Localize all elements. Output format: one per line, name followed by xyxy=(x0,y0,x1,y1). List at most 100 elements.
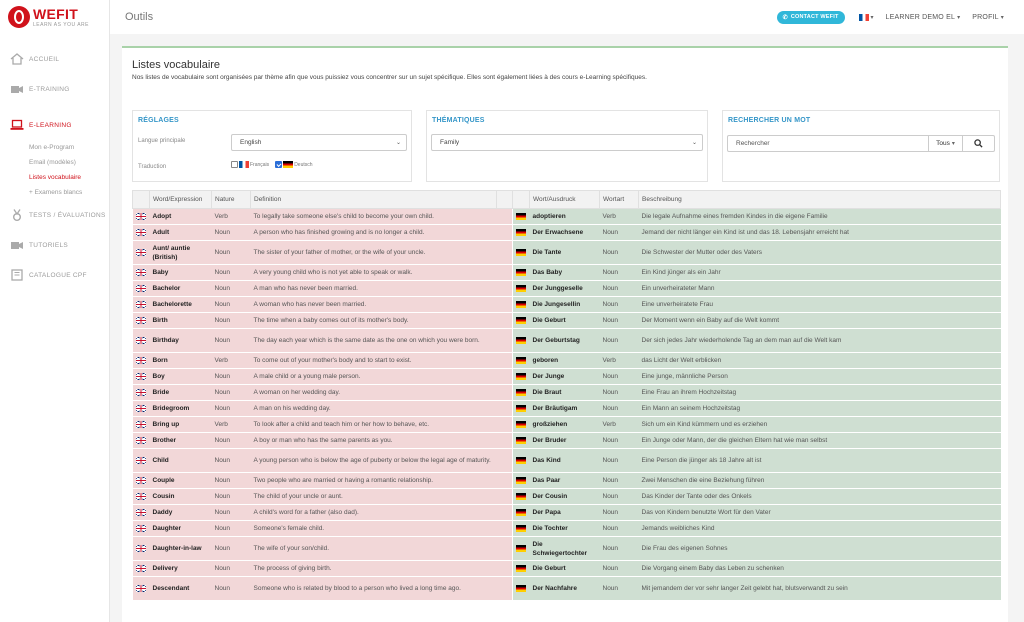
sidebar-item-catalogue-cpf[interactable]: CATALOGUE CPF xyxy=(0,260,109,290)
table-row[interactable]: Birthday Noun The day each year which is t… xyxy=(132,328,1001,353)
table-row[interactable]: Daughter Noun Someone's female child. Die T… xyxy=(132,520,1001,537)
german-nature: Noun xyxy=(599,224,639,241)
table-row[interactable]: Cousin Noun The child of your uncle or aun… xyxy=(132,488,1001,505)
translation-option-deutsch[interactable]: Deutsch xyxy=(275,161,313,168)
german-word: Das Kind xyxy=(529,448,600,473)
german-description: Ein unverheirateter Mann xyxy=(638,280,1001,297)
german-word: Der Bruder xyxy=(529,432,600,449)
table-row[interactable]: Bride Noun A woman on her wedding day. Die … xyxy=(132,384,1001,401)
language-dropdown[interactable]: ▾ xyxy=(858,13,874,21)
german-flag-icon xyxy=(516,544,526,552)
sidebar-item-accueil[interactable]: ACCUEIL xyxy=(0,44,109,74)
sidebar-subitem-listes-vocabulaire[interactable]: Listes vocabulaire xyxy=(0,170,109,185)
table-row[interactable]: Daughter-in-law Noun The wife of your son/… xyxy=(132,536,1001,561)
column-header[interactable]: Word/Expression xyxy=(149,190,212,209)
german-description: Das von Kindern benutzte Wort für den Va… xyxy=(638,504,1001,521)
german-flag-icon xyxy=(516,268,526,276)
search-filter-dropdown[interactable]: Tous ▾ xyxy=(929,135,963,152)
sidebar-subitem-email-modeles[interactable]: Email (modèles) xyxy=(0,155,109,170)
laptop-icon xyxy=(10,119,24,131)
table-row[interactable]: Adult Noun A person who has finished growi… xyxy=(132,224,1001,241)
caret-down-icon: ▾ xyxy=(957,14,961,21)
english-definition: A boy or man who has the same parents as… xyxy=(250,432,497,449)
german-nature: Noun xyxy=(599,560,639,577)
table-row[interactable]: Child Noun A young person who is below the… xyxy=(132,448,1001,473)
german-description: Eine Person die jünger als 18 Jahre alt … xyxy=(638,448,1001,473)
table-row[interactable]: Descendant Noun Someone who is related by … xyxy=(132,576,1001,601)
english-nature: Noun xyxy=(211,560,251,577)
german-flag-icon xyxy=(516,316,526,324)
table-row[interactable]: Aunt/ auntie (British) Noun The sister of … xyxy=(132,240,1001,265)
column-header[interactable]: Beschreibung xyxy=(638,190,1001,209)
german-flag-icon xyxy=(516,284,526,292)
contact-label: CONTACT WEFIT xyxy=(790,14,839,20)
uk-flag-icon xyxy=(135,492,146,500)
sidebar-subitem-examens-blancs[interactable]: + Examens blancs xyxy=(0,185,109,200)
francais-checkbox[interactable] xyxy=(231,161,238,168)
column-header[interactable]: Wort/Ausdruck xyxy=(529,190,600,209)
french-flag-icon xyxy=(239,161,249,168)
column-header[interactable]: Wortart xyxy=(599,190,639,209)
table-row[interactable]: Baby Noun A very young child who is not ye… xyxy=(132,264,1001,281)
main-content: Listes vocabulaire Nos listes de vocabul… xyxy=(122,46,1008,622)
german-flag-icon xyxy=(516,476,526,484)
table-row[interactable]: Born Verb To come out of your mother's bod… xyxy=(132,352,1001,369)
user-name: LEARNER DEMO EL xyxy=(885,13,956,21)
table-row[interactable]: Brother Noun A boy or man who has the same… xyxy=(132,432,1001,449)
english-word: Baby xyxy=(149,264,212,281)
sidebar-item-e-learning[interactable]: E-LEARNING xyxy=(0,110,109,140)
english-nature: Noun xyxy=(211,400,251,417)
german-flag-icon xyxy=(516,524,526,532)
contact-wefit-button[interactable]: ✆ CONTACT WEFIT xyxy=(776,10,845,24)
theme-value: Family xyxy=(440,139,460,146)
table-row[interactable]: Bridegroom Noun A man on his wedding day. D… xyxy=(132,400,1001,417)
table-row[interactable]: Couple Noun Two people who are married or … xyxy=(132,472,1001,489)
german-nature: Noun xyxy=(599,368,639,385)
column-header[interactable]: Definition xyxy=(250,190,497,209)
user-menu[interactable]: LEARNER DEMO EL ▾ xyxy=(886,14,961,21)
german-word: geboren xyxy=(529,352,600,369)
table-row[interactable]: Delivery Noun The process of giving birth.… xyxy=(132,560,1001,577)
search-input[interactable]: Rechercher xyxy=(727,135,929,152)
table-row[interactable]: Bachelorette Noun A woman who has never be… xyxy=(132,296,1001,313)
english-nature: Noun xyxy=(211,536,251,561)
german-nature: Noun xyxy=(599,296,639,313)
sidebar-item-tests[interactable]: TESTS / ÉVALUATIONS xyxy=(0,200,109,230)
german-flag-icon xyxy=(516,584,526,592)
german-description: Das Kinder der Tante oder des Onkels xyxy=(638,488,1001,505)
english-nature: Verb xyxy=(211,416,251,433)
search-button[interactable] xyxy=(963,135,995,152)
uk-flag-icon xyxy=(135,508,146,516)
column-header[interactable]: Nature xyxy=(211,190,251,209)
uk-flag-icon xyxy=(135,584,146,592)
table-row[interactable]: Bring up Verb To look after a child and te… xyxy=(132,416,1001,433)
table-row[interactable]: Boy Noun A male child or a young male pers… xyxy=(132,368,1001,385)
german-word: Der Papa xyxy=(529,504,600,521)
sidebar-item-e-training[interactable]: E-TRAINING xyxy=(0,74,109,104)
translation-option-francais[interactable]: Français xyxy=(231,161,269,168)
sidebar-item-label: TESTS / ÉVALUATIONS xyxy=(29,211,106,219)
uk-flag-icon xyxy=(135,268,146,276)
english-word: Brother xyxy=(149,432,212,449)
english-word: Boy xyxy=(149,368,212,385)
table-row[interactable]: Adopt Verb To legally take someone else's … xyxy=(132,208,1001,225)
table-row[interactable]: Bachelor Noun A man who has never been mar… xyxy=(132,280,1001,297)
table-row[interactable]: Daddy Noun A child's word for a father (al… xyxy=(132,504,1001,521)
main-language-select[interactable]: English ⌄ xyxy=(231,134,407,151)
logo[interactable]: WEFIT LEARN AS YOU ARE xyxy=(0,0,109,34)
sidebar-item-tutoriels[interactable]: TUTORIELS xyxy=(0,230,109,260)
uk-flag-icon xyxy=(135,420,146,428)
sidebar-subitem-e-program[interactable]: Mon e-Program xyxy=(0,140,109,155)
german-description: Mit jemandem der vor sehr langer Zeit ge… xyxy=(638,576,1001,601)
deutsch-checkbox[interactable] xyxy=(275,161,283,168)
english-definition: A woman who has never been married. xyxy=(250,296,497,313)
settings-panel: RÉGLAGES Langue principale English ⌄ Tra… xyxy=(132,110,412,182)
profile-menu[interactable]: PROFIL ▾ xyxy=(972,14,1004,21)
english-nature: Noun xyxy=(211,488,251,505)
german-flag-icon xyxy=(516,388,526,396)
german-word: Die Tante xyxy=(529,240,600,265)
table-row[interactable]: Birth Noun The time when a baby comes out … xyxy=(132,312,1001,329)
sidebar-item-label: CATALOGUE CPF xyxy=(29,271,87,279)
theme-select[interactable]: Family ⌄ xyxy=(431,134,703,151)
german-nature: Noun xyxy=(599,264,639,281)
